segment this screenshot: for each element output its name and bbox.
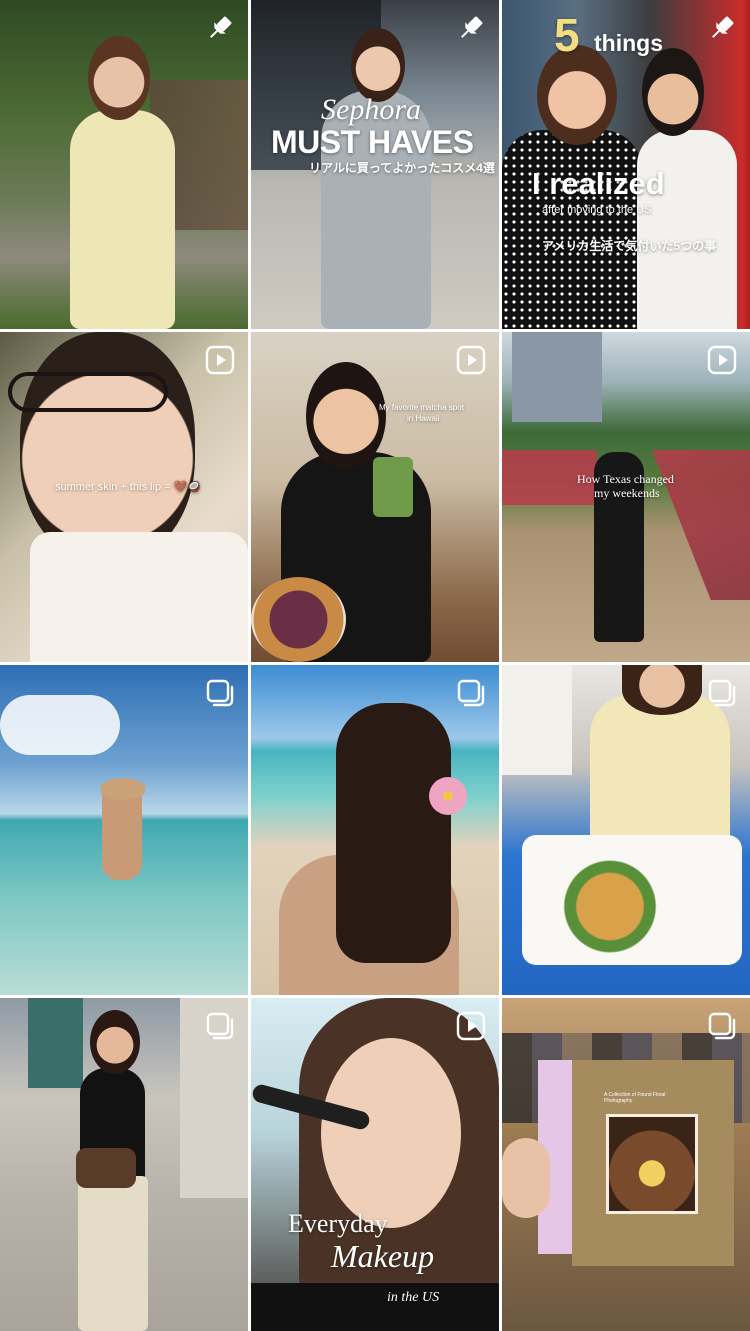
overlay-subtitle: リアルに買ってよかったコスメ4選 bbox=[309, 161, 495, 175]
cloud bbox=[0, 695, 120, 755]
post-tile-9[interactable] bbox=[502, 665, 750, 995]
overlay-headline: I realized bbox=[532, 166, 665, 201]
overlay-line1: How Texas changed bbox=[577, 472, 674, 486]
person-pants bbox=[78, 1176, 148, 1331]
sun-hat bbox=[100, 778, 146, 800]
person-head bbox=[88, 36, 150, 120]
overlay-line2: in Hawaii bbox=[407, 414, 440, 423]
person-right bbox=[637, 130, 737, 329]
overlay-line1: My favorite matcha spot bbox=[379, 403, 464, 412]
post-tile-1[interactable] bbox=[0, 0, 248, 329]
overlay-number: 5 bbox=[554, 9, 580, 61]
building-glass bbox=[28, 998, 83, 1088]
overlay-subline: after moving to the US bbox=[542, 204, 652, 216]
carousel-icon bbox=[708, 679, 736, 707]
pin-icon bbox=[210, 16, 232, 38]
overlay-word: things bbox=[594, 30, 663, 56]
person-head bbox=[622, 665, 702, 715]
person-head bbox=[351, 28, 405, 102]
hand bbox=[502, 1138, 550, 1218]
person-right-head bbox=[642, 48, 704, 136]
overlay-title-script: Sephora bbox=[321, 93, 421, 126]
hair-flower bbox=[429, 777, 467, 815]
overlay-line1: Everyday bbox=[288, 1209, 388, 1238]
person-face bbox=[321, 1038, 461, 1228]
camisole bbox=[30, 532, 248, 662]
reel-icon bbox=[205, 345, 235, 375]
matcha-drink bbox=[373, 457, 413, 517]
profile-post-grid: Sephora MUST HAVES リアルに買ってよかったコスメ4選 5 th… bbox=[0, 0, 750, 1331]
person-head bbox=[306, 362, 386, 470]
person-left bbox=[502, 130, 642, 329]
building bbox=[512, 332, 602, 422]
overlay-japanese: アメリカ生活で気付いた5つの事 bbox=[542, 239, 717, 253]
food-truck bbox=[502, 665, 572, 775]
carousel-icon bbox=[457, 679, 485, 707]
taco-tray bbox=[522, 835, 742, 965]
overlay-line2: my weekends bbox=[594, 486, 660, 500]
post-tile-4[interactable]: summer skin + this lip = 🤎🥥 bbox=[0, 332, 248, 662]
person-hair bbox=[336, 703, 451, 963]
overlay-caption: summer skin + this lip = 🤎🥥 bbox=[55, 481, 201, 493]
reel-icon bbox=[456, 1011, 486, 1041]
pin-icon bbox=[461, 16, 483, 38]
carousel-icon bbox=[708, 1012, 736, 1040]
post-tile-3[interactable]: 5 things I realized after moving to the … bbox=[502, 0, 750, 329]
pin-icon bbox=[712, 16, 734, 38]
overlay-line3: in the US bbox=[387, 1290, 440, 1305]
post-tile-12[interactable]: A Collection of Found Floral Photography bbox=[502, 998, 750, 1331]
post-tile-11[interactable]: Everyday Makeup in the US bbox=[251, 998, 499, 1331]
acai-bowl bbox=[251, 577, 346, 662]
glasses bbox=[8, 372, 168, 412]
crossbody-bag bbox=[76, 1148, 136, 1188]
carousel-icon bbox=[206, 1012, 234, 1040]
person-top bbox=[251, 1283, 499, 1331]
book-title: A Collection of Found Floral Photography bbox=[604, 1092, 666, 1104]
reel-icon bbox=[707, 345, 737, 375]
overlay-title-main: MUST HAVES bbox=[271, 124, 474, 160]
post-tile-6[interactable]: How Texas changed my weekends bbox=[502, 332, 750, 662]
person-figure bbox=[70, 110, 175, 329]
person-face bbox=[20, 332, 195, 562]
overlay-line2: Makeup bbox=[331, 1238, 435, 1274]
post-tile-10[interactable] bbox=[0, 998, 248, 1331]
post-tile-8[interactable] bbox=[251, 665, 499, 995]
post-tile-5[interactable]: My favorite matcha spot in Hawaii bbox=[251, 332, 499, 662]
post-tile-2[interactable]: Sephora MUST HAVES リアルに買ってよかったコスメ4選 bbox=[251, 0, 499, 329]
book-photo bbox=[606, 1114, 698, 1214]
post-tile-7[interactable] bbox=[0, 665, 248, 995]
reel-icon bbox=[456, 345, 486, 375]
carousel-icon bbox=[206, 679, 234, 707]
person-head bbox=[90, 1010, 140, 1074]
